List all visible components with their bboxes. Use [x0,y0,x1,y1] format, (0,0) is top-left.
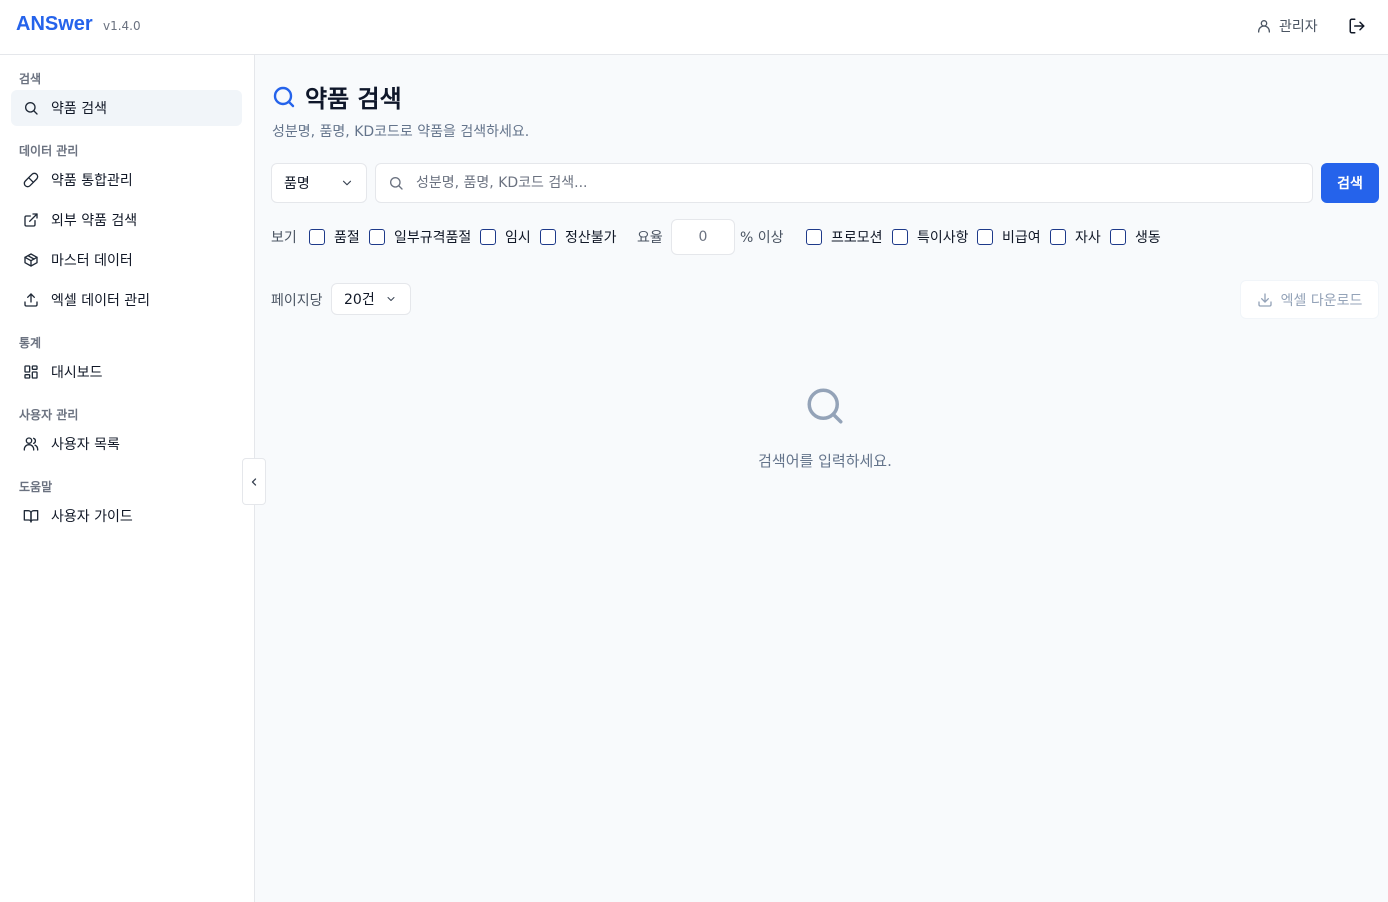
checkbox[interactable] [1050,229,1066,245]
package-icon [23,252,39,268]
logout-icon[interactable] [1348,17,1366,35]
per-page-value: 20건 [344,292,375,308]
checkbox-label: 자사 [1075,230,1101,246]
sidebar-item-label: 엑셀 데이터 관리 [51,293,151,309]
filter-non-settlement[interactable]: 정산불가 [540,219,617,255]
chevron-down-icon [385,293,397,305]
checkbox[interactable] [1110,229,1126,245]
search-field[interactable] [375,163,1313,203]
book-open-icon [23,508,39,524]
checkbox[interactable] [540,229,556,245]
search-button[interactable]: 검색 [1321,163,1379,203]
download-icon [1257,292,1273,308]
checkbox-label: 일부규격품절 [394,230,472,246]
sidebar-item-user-guide[interactable]: 사용자 가이드 [11,498,242,534]
sidebar-item-external-search[interactable]: 외부 약품 검색 [11,202,242,238]
checkbox[interactable] [806,229,822,245]
user-icon [1256,18,1272,34]
sidebar-section-users: 사용자 관리 [19,408,79,422]
chevron-down-icon [340,176,354,190]
checkbox[interactable] [369,229,385,245]
checkbox-label: 정산불가 [565,230,617,246]
excel-download-label: 엑셀 다운로드 [1280,292,1363,309]
filter-row: 보기 품절 일부규격품절 임시 정산불가 요율 % 이상 프로모션 특이사항 비… [271,219,1271,255]
filter-partial-soldout[interactable]: 일부규격품절 [369,219,471,255]
checkbox-label: 생동 [1135,230,1161,246]
sidebar-item-label: 약품 검색 [51,101,107,117]
view-label: 보기 [271,230,297,246]
sidebar-item-label: 약품 통합관리 [51,173,133,189]
page-title-text: 약품 검색 [305,85,402,113]
per-page-select[interactable]: 20건 [331,283,411,315]
checkbox-label: 비급여 [1002,230,1041,246]
filter-non-covered[interactable]: 비급여 [977,219,1041,255]
user-menu-button[interactable]: 관리자 [1256,16,1318,36]
sidebar-collapse-button[interactable] [242,458,266,505]
sidebar-item-drug-search[interactable]: 약품 검색 [11,90,242,126]
search-type-select[interactable]: 품명 [271,163,367,203]
sidebar-item-drug-management[interactable]: 약품 통합관리 [11,162,242,198]
checkbox[interactable] [892,229,908,245]
empty-state-message: 검색어를 입력하세요. [758,452,892,470]
sidebar-item-dashboard[interactable]: 대시보드 [11,354,242,390]
excel-download-button[interactable]: 엑셀 다운로드 [1240,280,1379,319]
checkbox-label: 임시 [505,230,531,246]
filter-bioequivalence[interactable]: 생동 [1110,219,1161,255]
checkbox[interactable] [480,229,496,245]
sidebar-section-stats: 통계 [19,336,42,350]
sidebar-item-label: 사용자 가이드 [51,509,133,525]
checkbox[interactable] [977,229,993,245]
search-input[interactable] [416,175,1296,191]
page-subtitle: 성분명, 품명, KD코드로 약품을 검색하세요. [272,124,530,140]
rate-label: 요율 [637,230,663,246]
search-icon [23,100,39,116]
sidebar: 검색 약품 검색 데이터 관리 약품 통합관리 외부 약품 검색 마스터 데이터… [0,55,255,902]
search-type-value: 품명 [284,176,310,192]
external-link-icon [23,212,39,228]
app-header: ANSwer v1.4.0 관리자 [0,0,1388,55]
filter-temporary[interactable]: 임시 [480,219,531,255]
sidebar-section-help: 도움말 [19,480,53,494]
page-title: 약품 검색 [272,79,402,114]
app-version: v1.4.0 [103,19,141,33]
sidebar-item-label: 마스터 데이터 [51,253,133,269]
search-icon [272,85,296,109]
search-icon [388,175,404,191]
filter-promotion[interactable]: 프로모션 [806,219,883,255]
checkbox-label: 특이사항 [917,230,969,246]
app-logo[interactable]: ANSwer [16,13,93,36]
dashboard-grid-icon [23,364,39,380]
upload-icon [23,292,39,308]
rate-input[interactable] [671,219,735,255]
sidebar-item-master-data[interactable]: 마스터 데이터 [11,242,242,278]
user-name: 관리자 [1279,19,1318,35]
filter-special-notes[interactable]: 특이사항 [892,219,969,255]
rate-suffix: % 이상 [740,230,784,246]
chevron-left-icon [248,476,260,488]
sidebar-section-search: 검색 [19,72,42,86]
sidebar-item-excel-data[interactable]: 엑셀 데이터 관리 [11,282,242,318]
empty-search-icon [804,385,846,427]
checkbox-label: 프로모션 [831,230,883,246]
checkbox[interactable] [309,229,325,245]
sidebar-section-data: 데이터 관리 [19,144,79,158]
checkbox-label: 품절 [334,230,360,246]
filter-soldout[interactable]: 품절 [309,219,360,255]
pill-icon [23,172,39,188]
per-page-label: 페이지당 [271,293,323,309]
rate-input-wrapper [671,219,735,255]
sidebar-item-label: 외부 약품 검색 [51,213,138,229]
filter-own-company[interactable]: 자사 [1050,219,1101,255]
sidebar-item-label: 대시보드 [51,365,103,381]
